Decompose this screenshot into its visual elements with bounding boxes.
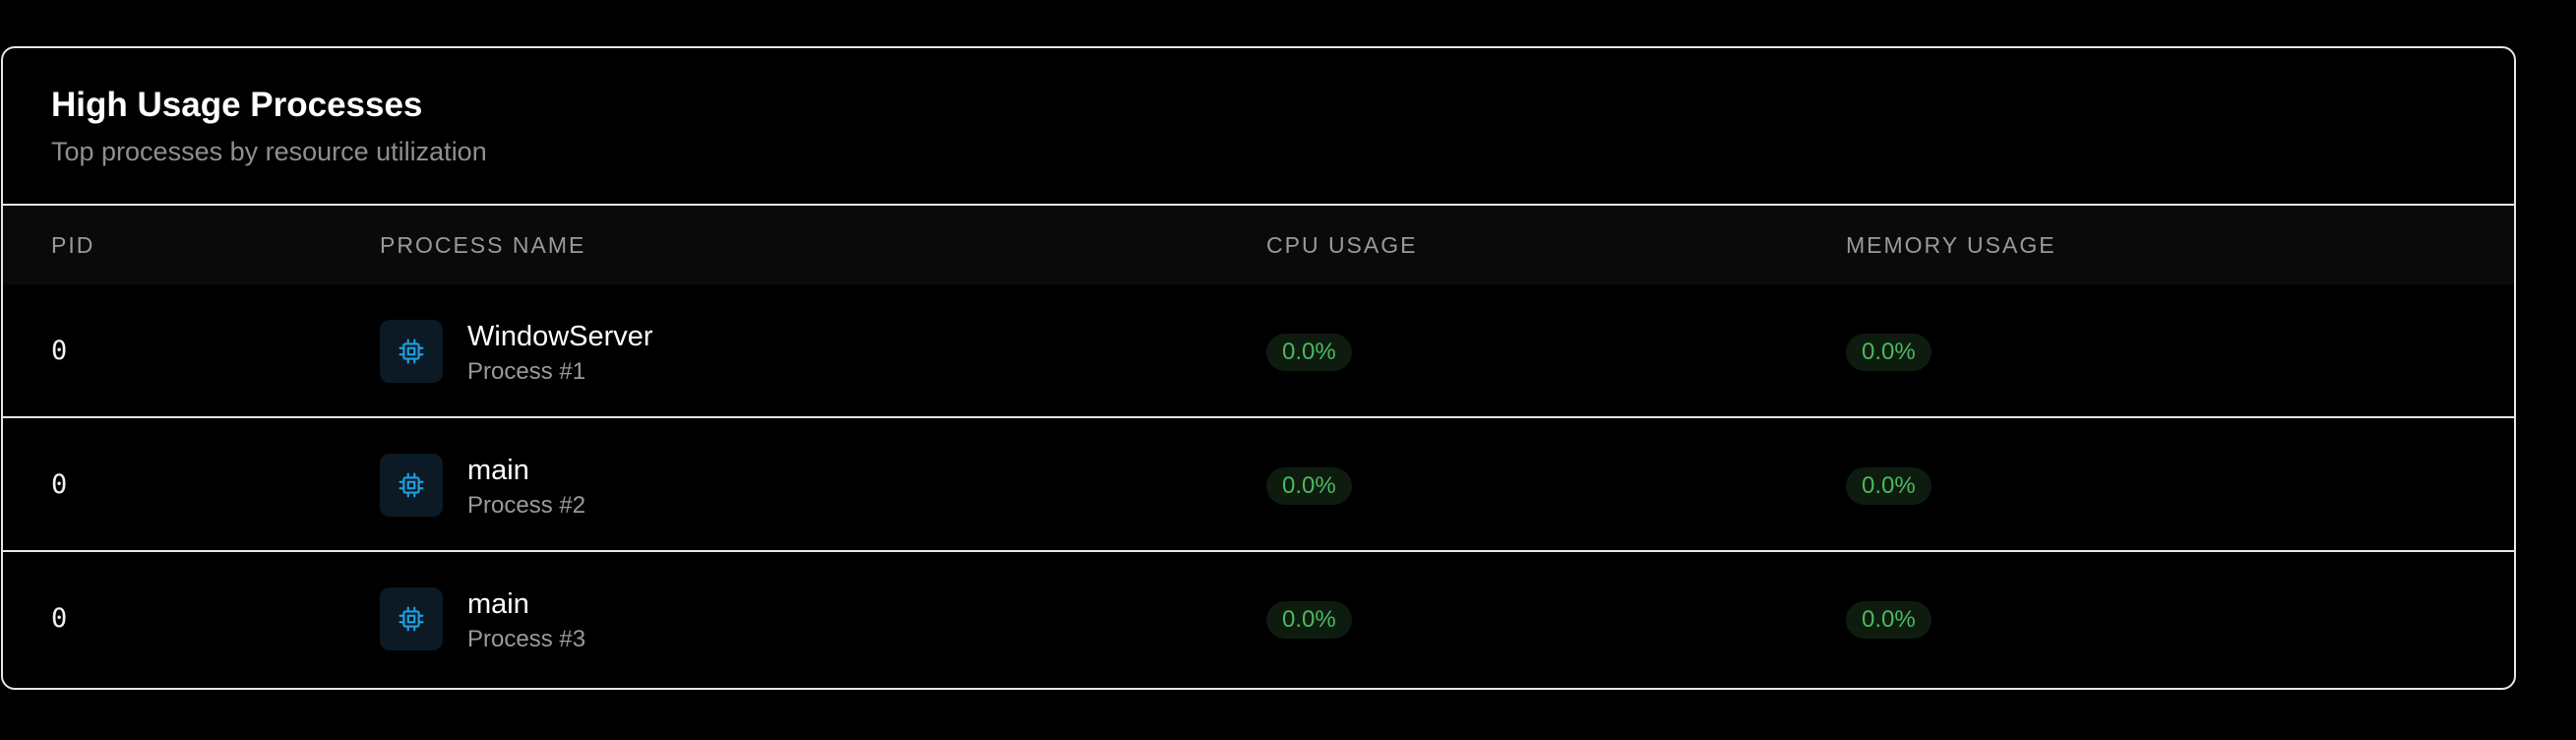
pid-cell: 0	[51, 603, 68, 634]
memory-usage-badge: 0.0%	[1846, 467, 1932, 505]
memory-usage-badge: 0.0%	[1846, 334, 1932, 371]
column-header-cpu-usage[interactable]: CPU USAGE	[1266, 206, 1417, 284]
card-header: High Usage Processes Top processes by re…	[3, 48, 2514, 206]
cpu-usage-badge: 0.0%	[1266, 467, 1352, 505]
memory-usage-badge: 0.0%	[1846, 601, 1932, 639]
process-number: Process #1	[467, 358, 586, 385]
table-header: PID PROCESS NAME CPU USAGE MEMORY USAGE	[3, 206, 2514, 284]
card-subtitle: Top processes by resource utilization	[51, 137, 487, 166]
cpu-usage-badge: 0.0%	[1266, 601, 1352, 639]
pid-cell: 0	[51, 469, 68, 500]
cpu-chip-icon	[380, 587, 443, 650]
high-usage-processes-card: High Usage Processes Top processes by re…	[1, 46, 2516, 690]
process-name: WindowServer	[467, 321, 653, 352]
column-header-pid[interactable]: PID	[51, 206, 94, 284]
process-name: main	[467, 588, 529, 620]
cpu-usage-badge: 0.0%	[1266, 334, 1352, 371]
process-number: Process #3	[467, 626, 586, 652]
pid-cell: 0	[51, 336, 68, 366]
cpu-chip-icon	[380, 320, 443, 383]
column-header-process-name[interactable]: PROCESS NAME	[380, 206, 585, 284]
table-body: 0 WindowServer Process #1 0.0% 0.0% 0 ma…	[3, 284, 2514, 688]
column-header-memory-usage[interactable]: MEMORY USAGE	[1846, 206, 2056, 284]
process-name: main	[467, 455, 529, 486]
table-row[interactable]: 0 WindowServer Process #1 0.0% 0.0%	[3, 284, 2514, 418]
table-row[interactable]: 0 main Process #3 0.0% 0.0%	[3, 552, 2514, 688]
process-number: Process #2	[467, 492, 586, 519]
cpu-chip-icon	[380, 454, 443, 517]
table-row[interactable]: 0 main Process #2 0.0% 0.0%	[3, 418, 2514, 552]
card-title: High Usage Processes	[51, 86, 423, 124]
